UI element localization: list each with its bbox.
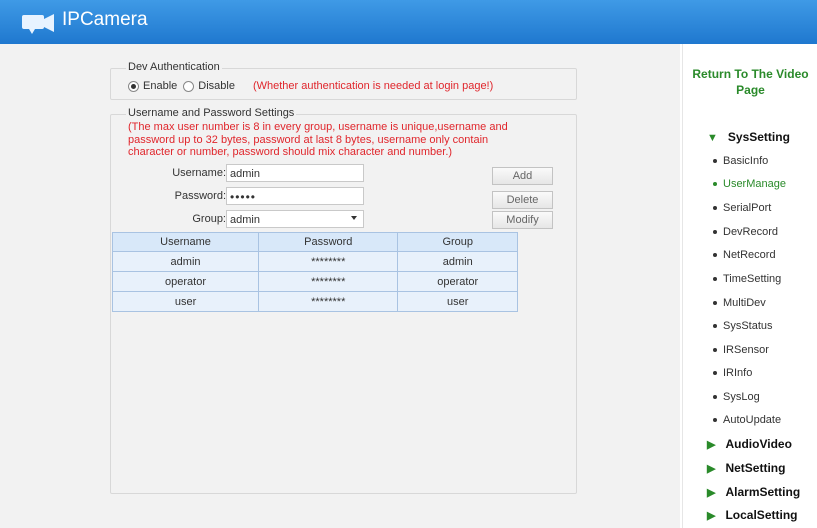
sidebar-item-label: SysLog — [723, 391, 760, 403]
collapsed-arrow-icon: ▶ — [707, 510, 716, 522]
users-table: Username Password Group admin ******** a… — [111, 232, 518, 312]
sidebar-item-multidev[interactable]: MultiDev — [713, 297, 766, 309]
table-row[interactable]: operator ******** operator — [111, 271, 518, 292]
sidebar-item-label: SerialPort — [723, 202, 772, 214]
cell-group: user — [397, 291, 518, 312]
app-title: IPCamera — [62, 9, 148, 30]
sidebar-item-netrecord[interactable]: NetRecord — [713, 249, 776, 261]
nav-section-syssetting[interactable]: ▼ SysSetting — [707, 130, 790, 144]
disable-label[interactable]: Disable — [198, 80, 235, 92]
disable-radio[interactable] — [183, 80, 195, 92]
sidebar-item-devrecord[interactable]: DevRecord — [713, 226, 778, 238]
cell-username: user — [111, 291, 260, 312]
sidebar-item-label: IRInfo — [723, 367, 753, 379]
sidebar-item-irsensor[interactable]: IRSensor — [713, 344, 769, 356]
sidebar-item-label: AutoUpdate — [723, 414, 782, 426]
sidebar-item-label: MultiDev — [723, 297, 766, 309]
collapsed-arrow-icon: ▶ — [707, 463, 716, 475]
cell-group: operator — [397, 271, 518, 292]
bullet-icon — [713, 230, 717, 235]
sidebar-item-irinfo[interactable]: IRInfo — [713, 367, 752, 379]
nav-section-label: LocalSetting — [725, 508, 798, 522]
sidebar: Return To The Video Page ▼ SysSetting Bas… — [682, 44, 817, 528]
table-row[interactable]: admin ******** admin — [111, 251, 518, 272]
auth-options: Enable Disable (Whether authentication i… — [128, 80, 493, 92]
username-input[interactable]: admin — [226, 164, 364, 182]
camera-logo-icon — [22, 14, 54, 34]
username-label: Username: — [172, 167, 226, 179]
nav-section-alarmsetting[interactable]: ▶ AlarmSetting — [707, 485, 800, 499]
enable-radio[interactable] — [128, 80, 139, 92]
password-label: Password: — [174, 190, 226, 202]
nav-section-netsetting[interactable]: ▶ NetSetting — [707, 461, 785, 475]
cell-password: ******** — [258, 271, 399, 292]
group-select-value: admin — [230, 214, 260, 226]
chevron-down-icon — [351, 216, 357, 220]
sidebar-item-timesetting[interactable]: TimeSetting — [713, 273, 781, 285]
group-label: Group: — [192, 213, 226, 225]
password-input[interactable]: ••••• — [226, 187, 364, 205]
sidebar-item-label: SysStatus — [723, 320, 773, 332]
auth-legend: Dev Authentication — [126, 61, 222, 73]
bullet-icon — [713, 206, 717, 211]
expanded-arrow-icon: ▼ — [707, 132, 718, 144]
enable-label[interactable]: Enable — [143, 80, 177, 92]
nav-section-label: AudioVideo — [725, 437, 792, 451]
sidebar-item-label: DevRecord — [723, 226, 779, 238]
userset-legend: Username and Password Settings — [126, 107, 297, 119]
bullet-icon — [713, 395, 717, 400]
bullet-icon — [713, 159, 717, 164]
sidebar-item-label: IRSensor — [723, 344, 769, 356]
nav-section-label: AlarmSetting — [725, 485, 801, 499]
cell-username: admin — [111, 251, 260, 272]
nav-section-label: SysSetting — [727, 130, 790, 144]
sidebar-item-syslog[interactable]: SysLog — [713, 391, 760, 403]
auth-note: (Whether authentication is needed at log… — [252, 80, 494, 92]
column-header: Username — [111, 232, 260, 252]
bullet-icon — [713, 324, 717, 329]
cell-password: ******** — [258, 251, 399, 272]
add-button[interactable]: Add — [492, 167, 553, 185]
sidebar-item-label: TimeSetting — [723, 273, 782, 285]
bullet-icon — [713, 418, 717, 423]
delete-button[interactable]: Delete — [492, 191, 553, 209]
table-header-row: Username Password Group — [111, 232, 518, 252]
nav-section-localsetting[interactable]: ▶ LocalSetting — [707, 508, 797, 522]
bullet-icon — [713, 277, 717, 282]
sidebar-item-label: UserManage — [723, 178, 786, 190]
cell-username: operator — [111, 271, 260, 292]
bullet-icon — [713, 253, 717, 258]
column-header: Password — [258, 232, 399, 252]
bullet-icon — [713, 348, 717, 353]
nav-section-audiovideo[interactable]: ▶ AudioVideo — [707, 437, 792, 451]
bullet-icon — [713, 182, 717, 187]
group-select[interactable]: admin — [226, 210, 364, 228]
nav-section-label: NetSetting — [725, 461, 786, 475]
userset-notice: (The max user number is 8 in every group… — [128, 121, 508, 158]
modify-button[interactable]: Modify — [492, 211, 553, 229]
collapsed-arrow-icon: ▶ — [707, 439, 716, 451]
sidebar-item-basicinfo[interactable]: BasicInfo — [713, 155, 768, 167]
column-header: Group — [397, 232, 518, 252]
table-row[interactable]: user ******** user — [111, 291, 518, 312]
app-header: IPCamera — [0, 0, 817, 44]
bullet-icon — [713, 301, 717, 306]
sidebar-item-serialport[interactable]: SerialPort — [713, 202, 771, 214]
sidebar-item-autoupdate[interactable]: AutoUpdate — [713, 414, 781, 426]
sidebar-item-sysstatus[interactable]: SysStatus — [713, 320, 773, 332]
sidebar-item-label: NetRecord — [723, 249, 776, 261]
cell-group: admin — [397, 251, 518, 272]
sidebar-item-usermanage[interactable]: UserManage — [713, 178, 786, 190]
collapsed-arrow-icon: ▶ — [707, 487, 716, 499]
cell-password: ******** — [258, 291, 399, 312]
sidebar-item-label: BasicInfo — [723, 155, 769, 167]
bullet-icon — [713, 371, 717, 376]
return-to-video-link[interactable]: Return To The Video Page — [683, 66, 817, 98]
